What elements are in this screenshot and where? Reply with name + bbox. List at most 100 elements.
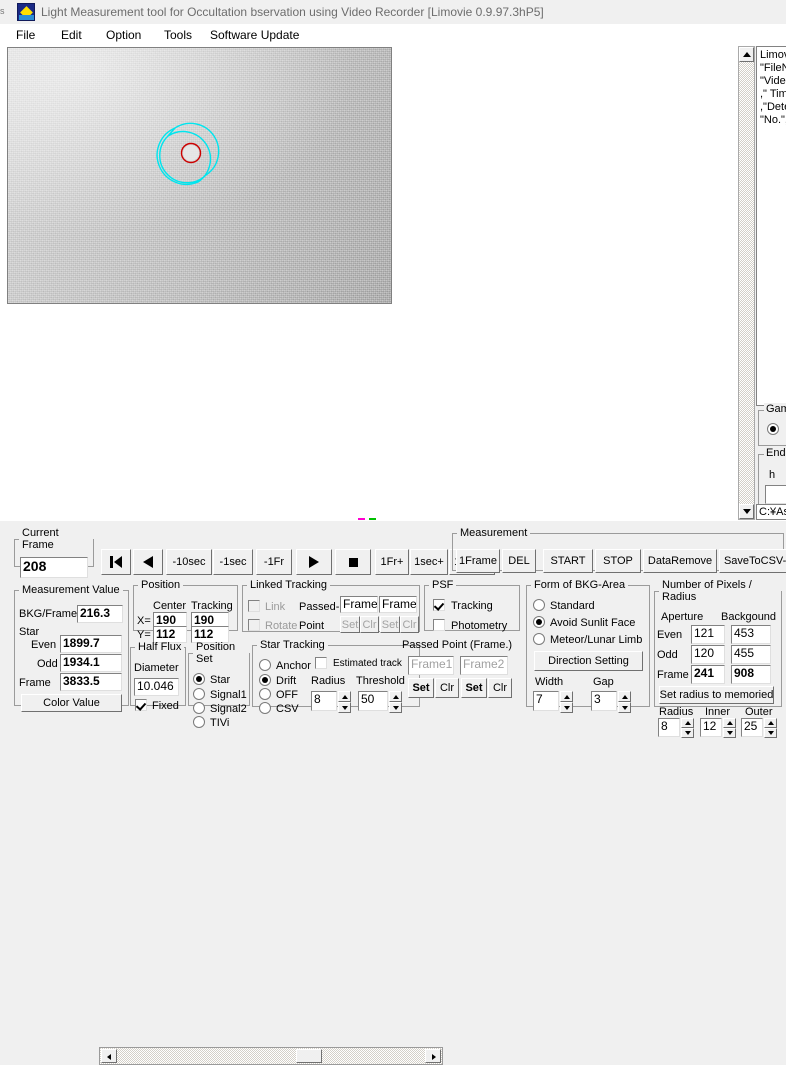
bkg-area-radio-meteor[interactable] [533, 633, 545, 645]
menu-software-update[interactable]: Software Update [206, 27, 303, 43]
passed-point-frame2-set-button[interactable]: Set [461, 678, 487, 698]
rotate-checkbox[interactable] [248, 619, 260, 631]
radius-field[interactable]: 8 [311, 691, 337, 711]
link-checkbox[interactable] [248, 600, 260, 612]
transport-stop[interactable] [335, 549, 371, 575]
csv-header-preview[interactable]: Limovie "FileName" "Video" ," Time ,"Det… [756, 46, 786, 406]
pixels-frame-aperture[interactable]: 241 [691, 665, 725, 684]
stepper-down-icon[interactable] [338, 702, 351, 713]
pixels-odd-background[interactable]: 455 [731, 645, 771, 664]
stepper-up-icon[interactable] [389, 691, 402, 702]
passed-point-frame1-clr-button[interactable]: Clr [435, 678, 459, 698]
direction-setting-button[interactable]: Direction Setting [534, 651, 643, 671]
threshold-stepper[interactable] [389, 691, 402, 713]
menu-option[interactable]: Option [102, 27, 145, 43]
menu-tools[interactable]: Tools [160, 27, 196, 43]
bkg-frame-value[interactable]: 216.3 [77, 605, 123, 623]
star-tracking-radio-anchor[interactable] [259, 659, 271, 671]
bkg-gap-field[interactable]: 3 [591, 691, 617, 711]
linked-frame2-field[interactable]: Frame2 [379, 596, 417, 613]
pixels-even-aperture[interactable]: 121 [691, 625, 725, 644]
star-odd-value[interactable]: 1934.1 [60, 654, 122, 672]
stepper-up-icon[interactable] [338, 691, 351, 702]
pixels-odd-aperture[interactable]: 120 [691, 645, 725, 664]
star-frame-value[interactable]: 3833.5 [60, 673, 122, 691]
gamma-radio[interactable] [767, 423, 779, 435]
position-set-radio-star[interactable] [193, 673, 205, 685]
star-tracking-radio-off[interactable] [259, 688, 271, 700]
inner-value-field[interactable]: 12 [700, 718, 722, 737]
stepper-down-icon[interactable] [560, 702, 573, 713]
video-canvas[interactable] [7, 47, 392, 304]
pixels-even-background[interactable]: 453 [731, 625, 771, 644]
measurement-start-button[interactable]: START [543, 549, 593, 573]
bkg-area-radio-standard[interactable] [533, 599, 545, 611]
color-value-button[interactable]: Color Value [21, 694, 122, 712]
transport-step-back[interactable] [133, 549, 163, 575]
threshold-field[interactable]: 50 [358, 691, 388, 711]
star-tracking-radio-drift[interactable] [259, 674, 271, 686]
linked-frame2-set-button[interactable]: Set [380, 616, 400, 633]
measurement-del-button[interactable]: DEL [502, 549, 536, 573]
passed-point-frame1-field[interactable]: Frame1 [408, 656, 454, 675]
measurement-data-remove-button[interactable]: DataRemove [643, 549, 717, 573]
star-even-value[interactable]: 1899.7 [60, 635, 122, 653]
scroll-left-button[interactable] [101, 1049, 117, 1063]
star-tracking-radio-csv[interactable] [259, 702, 271, 714]
bkg-width-field[interactable]: 7 [533, 691, 559, 711]
outer-value-stepper[interactable] [764, 718, 777, 737]
scrollbar-track[interactable] [739, 62, 754, 504]
measurement-1frame-button[interactable]: 1Frame [456, 549, 500, 573]
frame-position-scrollbar[interactable] [99, 1047, 443, 1065]
passed-point-frame2-field[interactable]: Frame2 [460, 656, 508, 675]
transport-back-10sec[interactable]: -10sec [166, 549, 212, 575]
client-vertical-scrollbar[interactable] [738, 46, 755, 520]
transport-forward-1frame[interactable]: 1Fr+ [375, 549, 409, 575]
position-set-radio-signal2[interactable] [193, 702, 205, 714]
linked-frame1-set-button[interactable]: Set [340, 616, 360, 633]
stepper-up-icon[interactable] [560, 691, 573, 702]
stepper-down-icon[interactable] [389, 702, 402, 713]
bkg-width-stepper[interactable] [560, 691, 573, 713]
linked-frame2-clr-button[interactable]: Clr [400, 616, 419, 633]
menu-edit[interactable]: Edit [57, 27, 86, 43]
bkg-area-radio-avoid-sunlit[interactable] [533, 616, 545, 628]
transport-back-1sec[interactable]: -1sec [213, 549, 253, 575]
transport-play[interactable] [296, 549, 332, 575]
file-path-field[interactable]: C:¥Ast [756, 504, 786, 520]
linked-frame1-clr-button[interactable]: Clr [360, 616, 379, 633]
scrollbar-thumb[interactable] [296, 1049, 322, 1063]
current-frame-field[interactable]: 208 [20, 557, 88, 578]
passed-point-frame1-set-button[interactable]: Set [408, 678, 434, 698]
psf-photometry-checkbox[interactable] [433, 619, 445, 631]
position-set-radio-signal1[interactable] [193, 688, 205, 700]
stepper-down-icon[interactable] [681, 728, 694, 738]
stepper-up-icon[interactable] [681, 718, 694, 728]
half-flux-fixed-checkbox[interactable] [135, 699, 147, 711]
scroll-down-button[interactable] [739, 504, 754, 519]
linked-frame1-field[interactable]: Frame1 [340, 596, 378, 613]
passed-point-frame2-clr-button[interactable]: Clr [488, 678, 512, 698]
stepper-down-icon[interactable] [723, 728, 736, 738]
radius-value-field[interactable]: 8 [658, 718, 680, 737]
estimated-track-checkbox[interactable] [315, 657, 327, 669]
transport-rewind-to-start[interactable] [101, 549, 131, 575]
outer-value-field[interactable]: 25 [741, 718, 763, 737]
stepper-up-icon[interactable] [764, 718, 777, 728]
lightcurve-plot-area[interactable] [0, 305, 737, 520]
bkg-gap-stepper[interactable] [618, 691, 631, 713]
measurement-save-csv-button[interactable]: SaveToCSV-File [719, 549, 786, 573]
radius-value-stepper[interactable] [681, 718, 694, 737]
transport-forward-1sec[interactable]: 1sec+ [410, 549, 448, 575]
measurement-stop-button[interactable]: STOP [595, 549, 641, 573]
inner-value-stepper[interactable] [723, 718, 736, 737]
psf-tracking-checkbox[interactable] [433, 599, 445, 611]
menu-file[interactable]: File [12, 27, 39, 43]
stepper-down-icon[interactable] [764, 728, 777, 738]
scroll-right-button[interactable] [425, 1049, 441, 1063]
position-set-radio-tivi[interactable] [193, 716, 205, 728]
stepper-down-icon[interactable] [618, 702, 631, 713]
radius-stepper[interactable] [338, 691, 351, 713]
set-radius-to-memoried-button[interactable]: Set radius to memoried [659, 686, 774, 704]
stepper-up-icon[interactable] [618, 691, 631, 702]
